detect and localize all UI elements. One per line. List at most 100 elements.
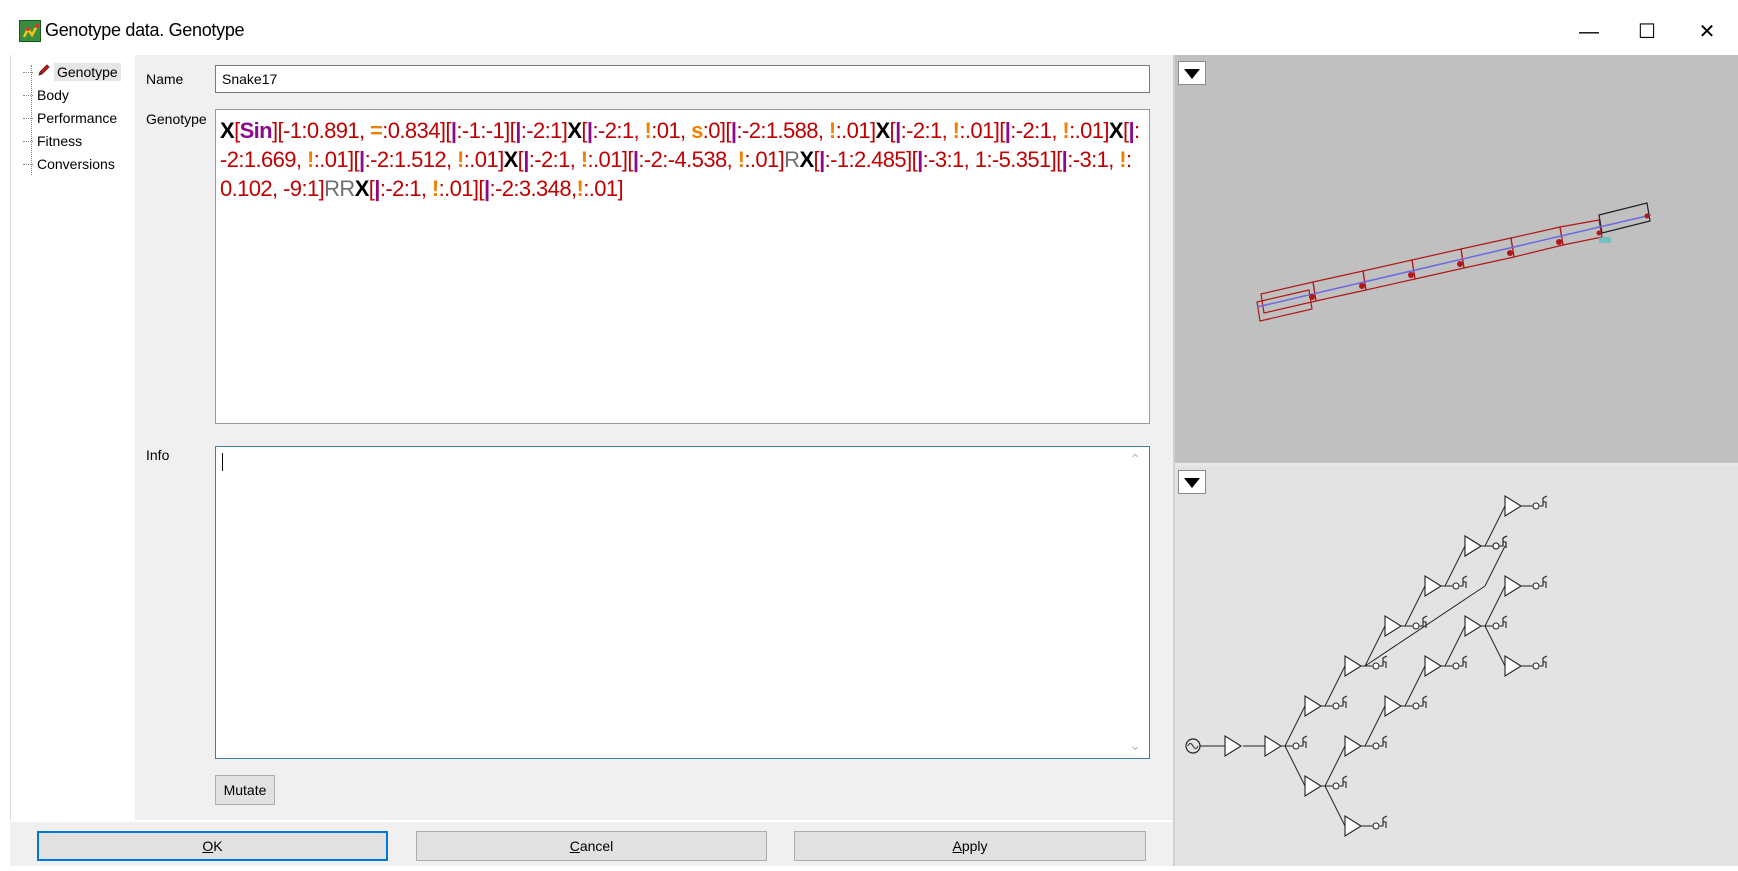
genotype-label: Genotype (146, 111, 207, 127)
muscle-effector-icon (1459, 575, 1468, 588)
view-menu-dropdown[interactable] (1178, 61, 1206, 85)
genotype-token: :-2:1, (1010, 118, 1063, 143)
body-segment-end (1598, 202, 1651, 234)
genotype-token: :-2:-4.538, (638, 147, 738, 172)
window-title: Genotype data. Genotype (45, 20, 245, 40)
scroll-up-arrow-icon[interactable]: ⌃ (1129, 451, 1141, 468)
genotype-token: :-1:2.485][ (824, 147, 918, 172)
tree-item-label: Conversions (37, 156, 115, 172)
body-segment (1362, 259, 1416, 291)
neuron-icon (1344, 815, 1363, 837)
body-3d-view[interactable] (1175, 55, 1738, 463)
mutate-button[interactable]: Mutate (215, 775, 275, 805)
genotype-token: :01, (651, 118, 692, 143)
neuron-icon (1464, 615, 1483, 637)
muscle-effector-icon (1379, 735, 1388, 748)
muscle-effector-icon (1299, 735, 1308, 748)
body-segments (1256, 219, 1603, 322)
connection-line (1324, 785, 1346, 827)
genotype-token: :.01][ (587, 147, 634, 172)
tree-item-performance[interactable]: Performance (19, 107, 121, 130)
genotype-token: X (1108, 118, 1124, 143)
info-label: Info (146, 447, 170, 463)
genotype-token: :-2:1.512, (364, 147, 458, 172)
neuron-icon (1424, 655, 1443, 677)
genotype-editor[interactable]: X[Sin][-1:0.891, =:0.834][|:-1:-1][|:-2:… (215, 109, 1150, 424)
genotype-token: :.01] (744, 147, 785, 172)
genotype-token: :.01] (1069, 118, 1109, 143)
muscle-effector-icon (1499, 615, 1508, 628)
tree-item-label: Performance (37, 110, 118, 126)
cancel-button[interactable]: Cancel (416, 831, 767, 861)
neuron-output-icon (1412, 622, 1420, 630)
muscle-effector-icon (1539, 575, 1548, 588)
genotype-token: R (784, 147, 800, 172)
genotype-token: X (567, 118, 582, 143)
neuron-icon (1344, 735, 1363, 757)
neuron-output-icon (1532, 502, 1540, 510)
connection-line (1284, 745, 1306, 787)
genotype-token: RR (324, 176, 355, 201)
connection-line (1404, 585, 1426, 627)
genotype-token: s (691, 118, 703, 143)
brain-view-menu-dropdown[interactable] (1178, 470, 1206, 494)
neuron-output-icon (1452, 662, 1460, 670)
neuron-icon (1384, 695, 1403, 717)
muscle-effector-icon (1379, 655, 1388, 668)
apply-mnemonic: A (952, 838, 962, 854)
connection-line (1284, 705, 1306, 747)
neuron-output-icon (1372, 822, 1380, 830)
muscle-effector-icon (1539, 655, 1548, 668)
neuron-output-icon (1332, 702, 1340, 710)
genotype-token: ! (457, 147, 464, 172)
minimize-button[interactable]: — (1566, 12, 1612, 52)
neuron-output-icon (1412, 702, 1420, 710)
neuron-icon (1224, 735, 1243, 757)
connection-line (1484, 505, 1506, 547)
muscle-effector-icon (1339, 695, 1348, 708)
neuron-output-icon (1492, 622, 1500, 630)
brain-network-view[interactable] (1175, 466, 1738, 866)
connection-line (1364, 705, 1386, 747)
connection-line (1324, 665, 1346, 707)
genotype-token: :.01][ (313, 147, 360, 172)
genotype-token: :.01][ (438, 176, 485, 201)
genotype-token: ! (1119, 147, 1126, 172)
genotype-token: :-2:1, (528, 147, 581, 172)
genotype-token: X (799, 147, 814, 172)
tree-item-genotype[interactable]: Genotype (19, 61, 121, 84)
name-field[interactable]: Snake17 (215, 65, 1150, 93)
neuron-icon (1504, 655, 1523, 677)
pencil-icon (37, 61, 51, 84)
maximize-button[interactable]: ☐ (1624, 12, 1670, 52)
neuron-output-icon (1452, 582, 1460, 590)
neuron-icon (1384, 615, 1403, 637)
genotype-token: :-2:1.588, (736, 118, 829, 143)
ok-button[interactable]: OK (37, 831, 388, 861)
body-segment (1312, 270, 1367, 302)
scroll-down-arrow-icon[interactable]: ⌄ (1129, 737, 1141, 754)
framsticks-app-icon (19, 20, 41, 42)
info-textarea[interactable]: ⌃ ⌄ (215, 446, 1150, 759)
close-button[interactable]: ✕ (1684, 12, 1730, 52)
genotype-token: :.01] (583, 176, 624, 201)
tree-item-label: Fitness (37, 133, 83, 149)
genotype-token: :-2:1] (520, 118, 568, 143)
genotype-token: :.01][ (959, 118, 1005, 143)
genotype-token: :.01] (835, 118, 876, 143)
connection-line (1364, 625, 1386, 667)
navigation-tree: Genotype Body Performance Fitness Conver… (19, 61, 121, 176)
tree-item-fitness[interactable]: Fitness (19, 130, 121, 153)
ok-label: K (213, 838, 223, 854)
body-marker (1599, 237, 1611, 243)
name-label: Name (146, 71, 184, 87)
tree-item-label: Genotype (54, 63, 121, 81)
genotype-token: :-3:1, 1:-5.351][ (922, 147, 1063, 172)
apply-button[interactable]: Apply (794, 831, 1146, 861)
tree-item-body[interactable]: Body (19, 84, 121, 107)
neuron-icon (1344, 655, 1363, 677)
connection-line (1444, 545, 1466, 587)
connection-line (1324, 745, 1346, 787)
tree-item-conversions[interactable]: Conversions (19, 153, 121, 176)
neuron-icon (1424, 575, 1443, 597)
